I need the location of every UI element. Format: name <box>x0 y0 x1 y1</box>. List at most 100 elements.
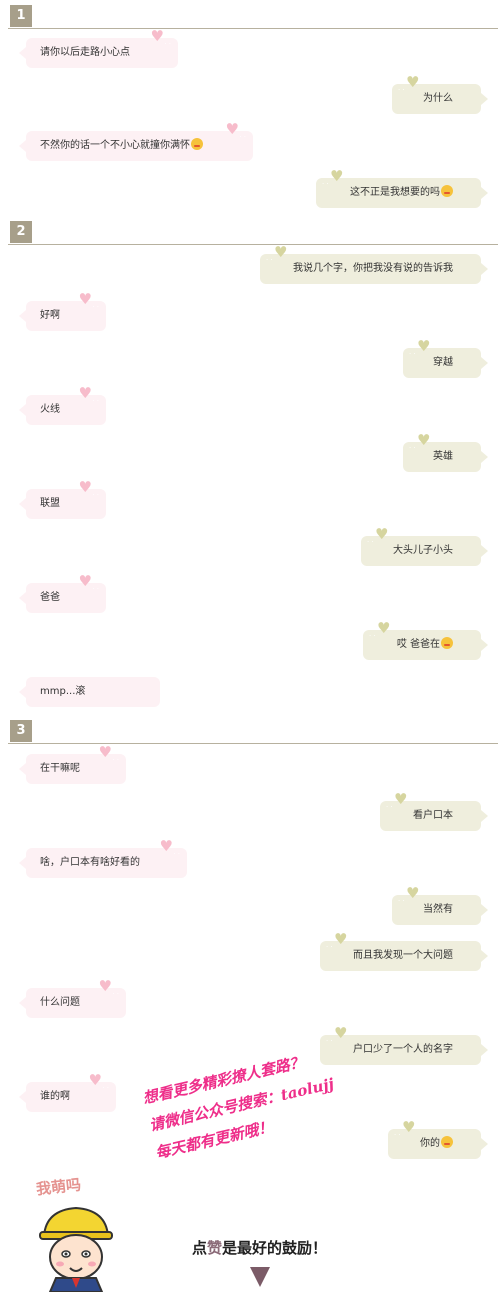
message-bubble-left: ♥ · · 好啊 <box>19 292 106 331</box>
dots-decoration: · · <box>239 133 246 141</box>
promo-text: 想看更多精彩撩人套路？ 请微信公众号搜索：taolujj 每天都有更新哦！ <box>140 1042 343 1166</box>
message-bubble-right: ♥ · · 英雄 <box>403 433 488 472</box>
message-text: 哎 爸爸在 <box>396 639 440 650</box>
message-bubble-left: ♥ · · 请你以后走路小心点 <box>19 29 178 68</box>
message-text: 大头儿子小头 <box>393 545 453 556</box>
dots-decoration: · · <box>92 585 99 593</box>
heart-icon: ♥ <box>98 743 112 761</box>
heart-icon: ♥ <box>150 27 164 45</box>
dots-decoration: · · <box>394 1131 401 1139</box>
dots-decoration: · · <box>369 632 376 640</box>
heart-icon: ♥ <box>406 73 420 91</box>
section-header-2: 2 <box>8 221 498 245</box>
message-text: 什么问题 <box>40 997 80 1008</box>
message-text: 爸爸 <box>40 592 60 603</box>
heart-icon: ♥ <box>78 290 92 308</box>
smile-emoji <box>441 1136 453 1148</box>
smile-emoji <box>441 637 453 649</box>
heart-icon: ♥ <box>78 478 92 496</box>
dots-decoration: · · <box>266 256 273 264</box>
message-bubble-left: ♥ · · 谁的啊 <box>19 1073 116 1112</box>
message-bubble-right: ♥ · · 看户口本 <box>380 792 488 831</box>
dots-decoration: · · <box>102 1084 109 1092</box>
dots-decoration: · · <box>386 803 393 811</box>
heart-icon: ♥ <box>375 525 389 543</box>
dots-decoration: · · <box>409 444 416 452</box>
dots-decoration: · · <box>112 756 119 764</box>
heart-icon: ♥ <box>330 167 344 185</box>
section-divider <box>8 743 498 744</box>
heart-icon: ♥ <box>98 977 112 995</box>
message-text: 而且我发现一个大问题 <box>353 950 453 961</box>
heart-icon: ♥ <box>159 837 173 855</box>
heart-icon: ♥ <box>78 384 92 402</box>
message-text: 火线 <box>40 404 60 415</box>
dots-decoration: · · <box>398 86 405 94</box>
heart-icon: ♥ <box>377 619 391 637</box>
section-divider <box>8 28 498 29</box>
message-text: 我说几个字，你把我没有说的告诉我 <box>293 263 453 274</box>
message-text: 为什么 <box>423 93 453 104</box>
heart-icon: ♥ <box>88 1071 102 1089</box>
section-number: 3 <box>10 720 32 742</box>
heart-icon: ♥ <box>274 243 288 261</box>
like-highlight: 赞 <box>207 1239 223 1257</box>
message-text: 谁的啊 <box>40 1091 70 1102</box>
message-bubble-right: ♥ · · 而且我发现一个大问题 <box>320 932 488 971</box>
laughing-tears-emoji <box>441 185 453 197</box>
message-text: 请你以后走路小心点 <box>40 47 130 58</box>
section-header-1: 1 <box>8 5 498 29</box>
heart-icon: ♥ <box>394 790 408 808</box>
message-bubble-right: ♥ · · 为什么 <box>392 75 488 114</box>
message-bubble-left: ♥ · · 联盟 <box>19 480 106 519</box>
section-number: 1 <box>10 5 32 27</box>
message-bubble-left: ♥ · · 爸爸 <box>19 574 106 613</box>
cartoon-avatar-image <box>39 1206 113 1292</box>
heart-icon: ♥ <box>334 930 348 948</box>
like-suffix: 是最好的鼓励！ <box>222 1239 328 1257</box>
message-text: 你的 <box>420 1138 440 1149</box>
heart-icon: ♥ <box>334 1024 348 1042</box>
down-arrow-icon <box>250 1267 270 1287</box>
like-encouragement: 点赞是最好的鼓励！ <box>192 1237 327 1258</box>
heart-icon: ♥ <box>225 120 239 138</box>
message-bubble-right: ♥ · · 大头儿子小头 <box>361 527 488 566</box>
dots-decoration: · · <box>92 397 99 405</box>
message-bubble-left: ♥ · · 啥，户口本有啥好看的 <box>19 839 187 878</box>
message-bubble-right: ♥ · · 户口少了一个人的名字 <box>320 1026 488 1065</box>
section-header-3: 3 <box>8 720 498 744</box>
dots-decoration: · · <box>92 491 99 499</box>
message-text: mmp...滚 <box>40 686 86 697</box>
dots-decoration: · · <box>398 897 405 905</box>
message-text: 在干嘛呢 <box>40 763 80 774</box>
message-bubble-right: ♥ · · 穿越 <box>403 339 488 378</box>
message-text: 当然有 <box>423 904 453 915</box>
dots-decoration: · · <box>326 943 333 951</box>
dots-decoration: · · <box>92 303 99 311</box>
message-text: 不然你的话一个不小心就撞你满怀 <box>40 140 190 151</box>
dots-decoration: · · <box>326 1037 333 1045</box>
dots-decoration: · · <box>173 850 180 858</box>
heart-icon: ♥ <box>417 431 431 449</box>
message-bubble-left: ♥ · · 不然你的话一个不小心就撞你满怀 <box>19 122 253 161</box>
dots-decoration: · · <box>367 538 374 546</box>
message-bubble-left: ♥ · · 在干嘛呢 <box>19 745 126 784</box>
dots-decoration: · · <box>322 180 329 188</box>
message-text: 这不正是我想要的吗 <box>350 187 440 198</box>
like-prefix: 点 <box>192 1239 208 1257</box>
message-bubble-right: ♥ · · 这不正是我想要的吗 <box>316 169 488 208</box>
section-divider <box>8 244 498 245</box>
dots-decoration: · · <box>112 990 119 998</box>
message-bubble-left: ♥ · · 什么问题 <box>19 979 126 1018</box>
heart-icon: ♥ <box>417 337 431 355</box>
message-text: 好啊 <box>40 310 60 321</box>
message-text: 联盟 <box>40 498 60 509</box>
cute-caption: 我萌吗 <box>35 1175 82 1199</box>
message-text: 户口少了一个人的名字 <box>353 1044 453 1055</box>
message-text: 英雄 <box>433 451 453 462</box>
message-bubble-right: ♥ · · 你的 <box>388 1120 488 1159</box>
message-text: 啥，户口本有啥好看的 <box>40 857 140 868</box>
message-text: 看户口本 <box>413 810 453 821</box>
wink-kiss-emoji <box>191 138 203 150</box>
message-bubble-left: mmp...滚 <box>19 677 160 707</box>
